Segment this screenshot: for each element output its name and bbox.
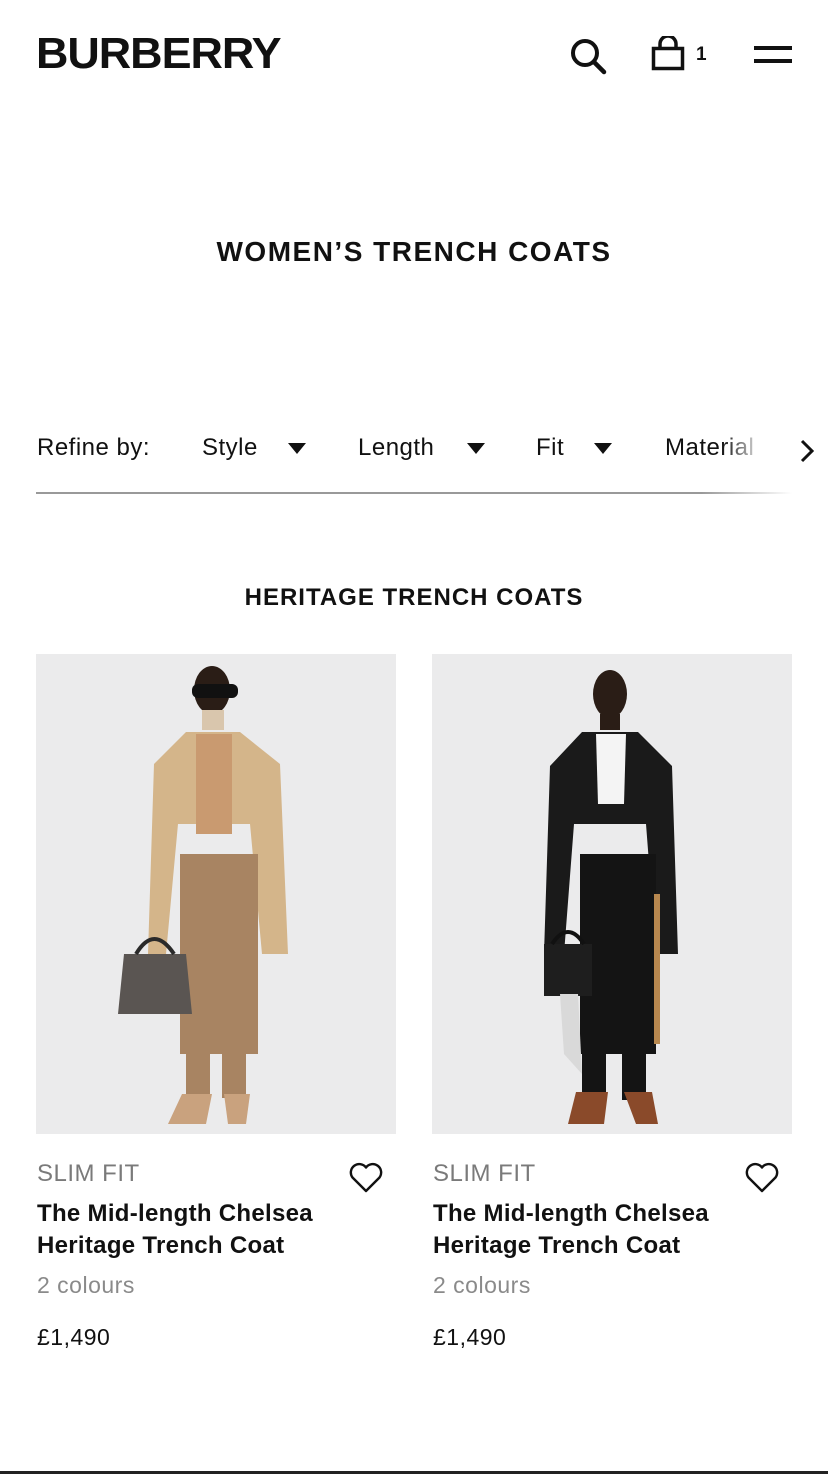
product-image[interactable] <box>432 654 792 1134</box>
site-header: BURBERRY 1 <box>0 0 828 110</box>
product-card[interactable]: SLIM FIT The Mid-length Chelsea Heritage… <box>36 654 396 1350</box>
menu-button[interactable] <box>754 44 794 68</box>
chevron-right-icon <box>800 439 815 463</box>
product-price: £1,490 <box>37 1324 111 1350</box>
heart-outline-icon <box>349 1162 383 1193</box>
refine-bar: Refine by: Style Length Fit Material <box>36 420 815 494</box>
scroll-fade <box>722 430 792 470</box>
product-card[interactable]: SLIM FIT The Mid-length Chelsea Heritage… <box>432 654 792 1350</box>
brand-logo[interactable]: BURBERRY <box>36 30 282 78</box>
refine-label: Refine by: <box>37 434 151 461</box>
product-name[interactable]: The Mid-length Chelsea Heritage Trench C… <box>37 1198 357 1262</box>
shopping-bag-icon <box>651 36 685 71</box>
filter-fit[interactable]: Fit <box>536 434 616 464</box>
filter-length[interactable]: Length <box>358 434 488 464</box>
search-button[interactable] <box>568 36 608 76</box>
caret-down-icon <box>467 443 485 454</box>
caret-down-icon <box>594 443 612 454</box>
wishlist-button[interactable] <box>744 1162 780 1194</box>
heart-outline-icon <box>745 1162 779 1193</box>
hamburger-menu-icon-bar-bottom <box>754 59 792 63</box>
hamburger-menu-icon-bar-top <box>754 46 792 50</box>
product-name[interactable]: The Mid-length Chelsea Heritage Trench C… <box>433 1198 753 1262</box>
model-figure-illustration <box>432 654 792 1134</box>
product-price: £1,490 <box>433 1324 507 1350</box>
bag-item-count: 1 <box>696 44 707 65</box>
caret-down-icon <box>288 443 306 454</box>
model-figure-illustration <box>36 654 396 1134</box>
refine-divider <box>36 492 792 494</box>
product-colours: 2 colours <box>37 1272 135 1298</box>
shopping-bag-button[interactable]: 1 <box>650 36 714 76</box>
product-image[interactable] <box>36 654 396 1134</box>
product-fit: SLIM FIT <box>37 1160 140 1187</box>
wishlist-button[interactable] <box>348 1162 384 1194</box>
filter-style[interactable]: Style <box>202 434 312 464</box>
section-title: HERITAGE TRENCH COATS <box>244 584 584 611</box>
product-fit: SLIM FIT <box>433 1160 536 1187</box>
scroll-next-button[interactable] <box>796 436 818 466</box>
page-title: WOMEN’S TRENCH COATS <box>216 236 612 267</box>
search-icon <box>571 39 607 75</box>
filter-fit-label: Fit <box>536 434 565 461</box>
product-colours: 2 colours <box>433 1272 531 1298</box>
filter-length-label: Length <box>358 434 435 461</box>
filter-style-label: Style <box>202 434 258 461</box>
